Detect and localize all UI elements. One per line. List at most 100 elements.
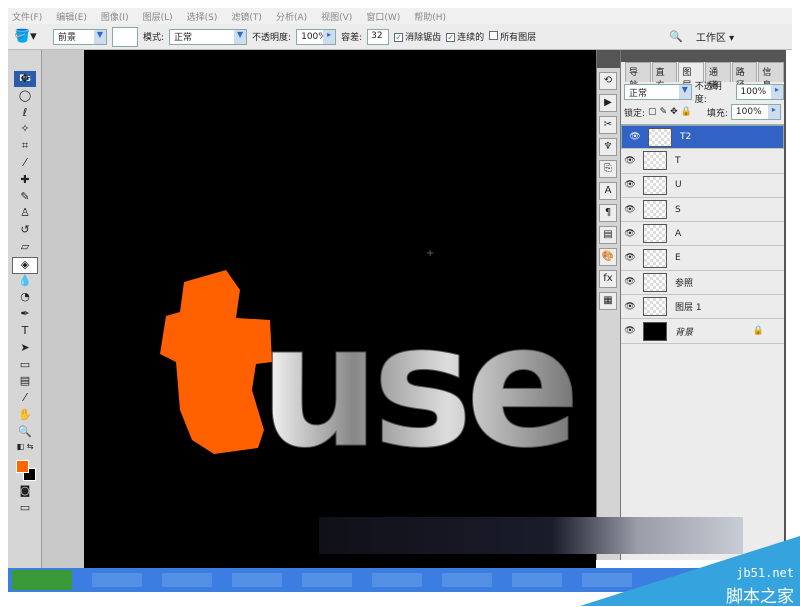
character-icon[interactable]: A (599, 182, 617, 200)
paint-bucket-tool-preset-icon[interactable]: 🪣▾ (14, 29, 48, 44)
taskbar-item[interactable] (232, 573, 282, 587)
actions-icon[interactable]: ▶ (599, 94, 617, 112)
document-canvas[interactable]: use + (84, 50, 596, 568)
history-brush-icon[interactable]: ↺ (12, 223, 38, 240)
pattern-picker[interactable] (112, 26, 138, 47)
menu-filter[interactable]: 滤镜(T) (231, 10, 262, 23)
crop-tool-icon[interactable]: ⌗ (12, 139, 38, 156)
move-tool-icon[interactable]: ✥ (12, 72, 38, 89)
eye-icon[interactable]: 👁 (621, 253, 639, 263)
lock-transparency-icon[interactable]: ▢ (648, 107, 657, 117)
eye-icon[interactable]: 👁 (621, 156, 639, 166)
default-colors-icon[interactable]: ◧ ⇆ (12, 442, 38, 459)
slider-arrow-icon[interactable]: ▸ (323, 29, 336, 44)
eye-icon[interactable]: 👁 (621, 326, 639, 336)
tab-histogram[interactable]: 直方 (651, 62, 678, 91)
layer-row[interactable]: 👁 背景 🔒 (621, 319, 784, 344)
swatches-icon[interactable]: 🎨 (599, 248, 617, 266)
quick-mask-icon[interactable]: ◙ (12, 484, 38, 501)
lock-position-icon[interactable]: ✥ (670, 107, 678, 117)
layer-row[interactable]: 👁 A (621, 222, 784, 247)
layer-row[interactable]: 👁 S (621, 198, 784, 223)
type-tool-icon[interactable]: T (12, 324, 38, 341)
tab-paths[interactable]: 路径 (731, 62, 758, 91)
brushes-icon[interactable]: ♆ (599, 138, 617, 156)
all-layers-checkbox[interactable]: 所有图层 (489, 30, 536, 43)
slider-arrow-icon[interactable]: ▸ (767, 105, 780, 119)
brush-tool-icon[interactable]: ✎ (12, 190, 38, 207)
eye-icon[interactable]: 👁 (621, 180, 639, 190)
contiguous-checkbox[interactable]: ✓ 连续的 (446, 30, 484, 43)
clone-source-icon[interactable]: ⎘ (599, 160, 617, 178)
zoom-tool-icon[interactable]: 🔍 (12, 425, 38, 442)
fill-input[interactable]: 100% ▸ (730, 104, 781, 120)
slider-arrow-icon[interactable]: ▸ (770, 85, 783, 99)
layer-row[interactable]: 👁 U (621, 174, 784, 198)
eye-icon[interactable]: 👁 (621, 302, 639, 312)
eyedropper-icon[interactable]: ⁄ (12, 391, 38, 408)
menu-file[interactable]: 文件(F) (12, 10, 42, 23)
blur-tool-icon[interactable]: 💧 (12, 274, 38, 291)
healing-brush-icon[interactable]: ✚ (12, 173, 38, 190)
menu-edit[interactable]: 编辑(E) (56, 10, 87, 23)
mode-select[interactable]: 正常 ▼ (169, 28, 248, 45)
layer-row[interactable]: 👁 E (621, 246, 784, 271)
menu-help[interactable]: 帮助(H) (414, 10, 446, 23)
menu-window[interactable]: 窗口(W) (366, 10, 400, 23)
eye-icon[interactable]: 👁 (621, 229, 639, 239)
dodge-tool-icon[interactable]: ◔ (12, 290, 38, 307)
eye-icon[interactable]: 👁 (621, 277, 639, 287)
taskbar-item[interactable] (442, 573, 492, 587)
eyedropper-slice-icon[interactable]: ⁄ (12, 156, 38, 173)
layer-opacity-input[interactable]: 100% ▸ (735, 84, 784, 100)
marquee-tool-icon[interactable]: ◯ (12, 89, 38, 106)
taskbar-item[interactable] (302, 573, 352, 587)
clone-stamp-icon[interactable]: ♙ (12, 206, 38, 223)
lasso-tool-icon[interactable]: ℓ (12, 106, 38, 123)
tolerance-input[interactable]: 32 (367, 28, 390, 45)
layer-row[interactable]: 👁 T (621, 149, 784, 174)
menu-layer[interactable]: 图层(L) (143, 10, 173, 23)
hand-tool-icon[interactable]: ✋ (12, 408, 38, 425)
eye-icon[interactable]: 👁 (621, 205, 639, 215)
foreground-color-swatch[interactable] (16, 460, 29, 474)
layer-comps-icon[interactable]: ▤ (599, 226, 617, 244)
info-icon[interactable]: ▦ (599, 292, 617, 310)
anti-alias-checkbox[interactable]: ✓ 消除锯齿 (394, 30, 441, 43)
notes-tool-icon[interactable]: ▤ (12, 374, 38, 391)
start-button[interactable] (12, 570, 72, 590)
menu-select[interactable]: 选择(S) (187, 10, 218, 23)
eraser-icon[interactable]: ▱ (12, 240, 38, 257)
pen-tool-icon[interactable]: ✒ (12, 307, 38, 324)
taskbar-item[interactable] (512, 573, 562, 587)
styles-icon[interactable]: fx (599, 270, 617, 288)
menu-image[interactable]: 图像(I) (101, 10, 129, 23)
menu-analysis[interactable]: 分析(A) (276, 10, 307, 23)
fill-source-select[interactable]: 前景 ▼ (53, 28, 107, 45)
file-browser-icon[interactable]: 🔍 (669, 30, 683, 43)
layer-row[interactable]: 👁 参照 (621, 271, 784, 296)
tool-presets-icon[interactable]: ✂ (599, 116, 617, 134)
paint-bucket-icon[interactable]: ◈ (12, 256, 38, 274)
history-icon[interactable]: ⟲ (599, 72, 617, 90)
tab-navigator[interactable]: 导航 (625, 62, 651, 91)
lock-all-icon[interactable]: 🔒 (681, 107, 692, 117)
taskbar-item[interactable] (582, 573, 632, 587)
paragraph-icon[interactable]: ¶ (599, 204, 617, 222)
screen-mode-icon[interactable]: ▭ (12, 501, 38, 518)
layer-row[interactable]: 👁 图层 1 (621, 295, 784, 320)
tab-info[interactable]: 信息 (758, 62, 785, 91)
magic-wand-icon[interactable]: ✧ (12, 122, 38, 139)
blend-mode-select[interactable]: 正常 ▼ (624, 84, 692, 100)
taskbar-item[interactable] (162, 573, 212, 587)
taskbar-item[interactable] (92, 573, 142, 587)
opacity-input[interactable]: 100% ▸ (296, 28, 337, 45)
taskbar-item[interactable] (372, 573, 422, 587)
lock-pixels-icon[interactable]: ✎ (660, 107, 668, 117)
layer-row[interactable]: 👁 T2 (621, 125, 784, 150)
workspace-button[interactable]: 工作区 ▾ (696, 29, 734, 44)
eye-icon[interactable]: 👁 (626, 132, 644, 142)
shape-tool-icon[interactable]: ▭ (12, 358, 38, 375)
menu-view[interactable]: 视图(V) (321, 10, 352, 23)
path-select-icon[interactable]: ➤ (12, 341, 38, 358)
